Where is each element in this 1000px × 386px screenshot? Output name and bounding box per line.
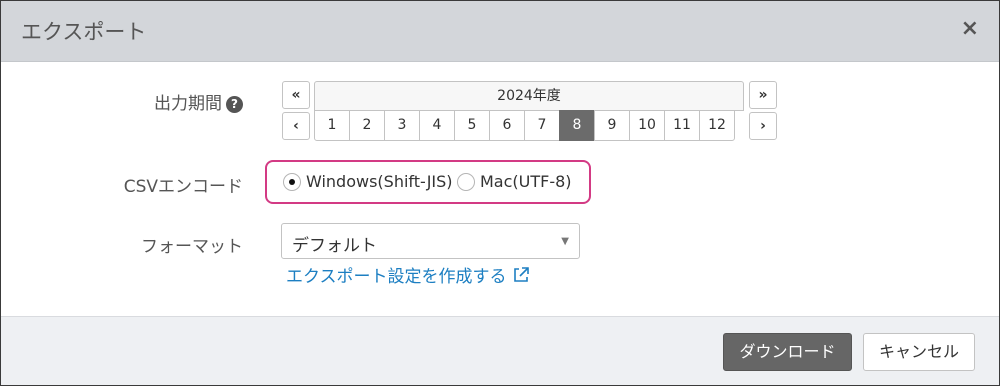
fiscal-year-label: 2024年度 (314, 81, 744, 111)
month-button-3[interactable]: 3 (384, 110, 420, 141)
next-month-button[interactable]: › (749, 112, 777, 140)
help-icon[interactable]: ? (226, 96, 243, 113)
month-button-11[interactable]: 11 (664, 110, 700, 141)
close-icon[interactable]: × (961, 18, 979, 40)
download-button[interactable]: ダウンロード (723, 333, 852, 371)
month-button-10[interactable]: 10 (629, 110, 665, 141)
radio-mac-utf8[interactable]: Mac(UTF-8) (457, 172, 572, 191)
month-button-6[interactable]: 6 (489, 110, 525, 141)
prev-year-button[interactable]: « (282, 81, 310, 109)
month-button-2[interactable]: 2 (349, 110, 385, 141)
format-select-value: デフォルト (292, 236, 377, 256)
chevron-down-icon: ▼ (561, 236, 569, 247)
radio-label-windows: Windows(Shift-JIS) (306, 172, 453, 191)
month-button-1[interactable]: 1 (314, 110, 350, 141)
export-dialog: エクスポート × 出力期間? « 2024年度 » ‹ 1 2 3 4 5 6 7 8 9 10 1… (0, 0, 1000, 386)
create-export-settings-link-text: エクスポート設定を作成する (286, 267, 507, 287)
encoding-label: CSVエンコード (123, 177, 243, 197)
dialog-title: エクスポート (21, 20, 147, 44)
period-label: 出力期間? (154, 89, 243, 114)
month-button-8[interactable]: 8 (559, 110, 595, 141)
cancel-button[interactable]: キャンセル (863, 333, 975, 371)
format-select[interactable]: デフォルト ▼ (281, 223, 580, 259)
create-export-settings-link[interactable]: エクスポート設定を作成する (286, 262, 530, 287)
month-button-12[interactable]: 12 (699, 110, 735, 141)
month-selector: 1 2 3 4 5 6 7 8 9 10 11 12 (314, 110, 735, 141)
encoding-radio-group: Windows(Shift-JIS) Mac(UTF-8) (265, 160, 591, 204)
month-button-7[interactable]: 7 (524, 110, 560, 141)
dialog-header: エクスポート × (1, 1, 999, 62)
radio-label-mac: Mac(UTF-8) (480, 172, 572, 191)
prev-month-button[interactable]: ‹ (282, 112, 310, 140)
external-link-icon (513, 266, 529, 282)
month-button-4[interactable]: 4 (419, 110, 455, 141)
format-label: フォーマット (141, 237, 243, 257)
next-year-button[interactable]: » (749, 81, 777, 109)
month-button-5[interactable]: 5 (454, 110, 490, 141)
period-label-text: 出力期間 (154, 94, 222, 114)
month-button-9[interactable]: 9 (594, 110, 630, 141)
dialog-footer: ダウンロード キャンセル (1, 316, 999, 385)
radio-circle-unchecked[interactable] (457, 172, 475, 191)
radio-circle-checked[interactable] (283, 172, 301, 191)
radio-windows-shift-jis[interactable]: Windows(Shift-JIS) (283, 172, 453, 191)
